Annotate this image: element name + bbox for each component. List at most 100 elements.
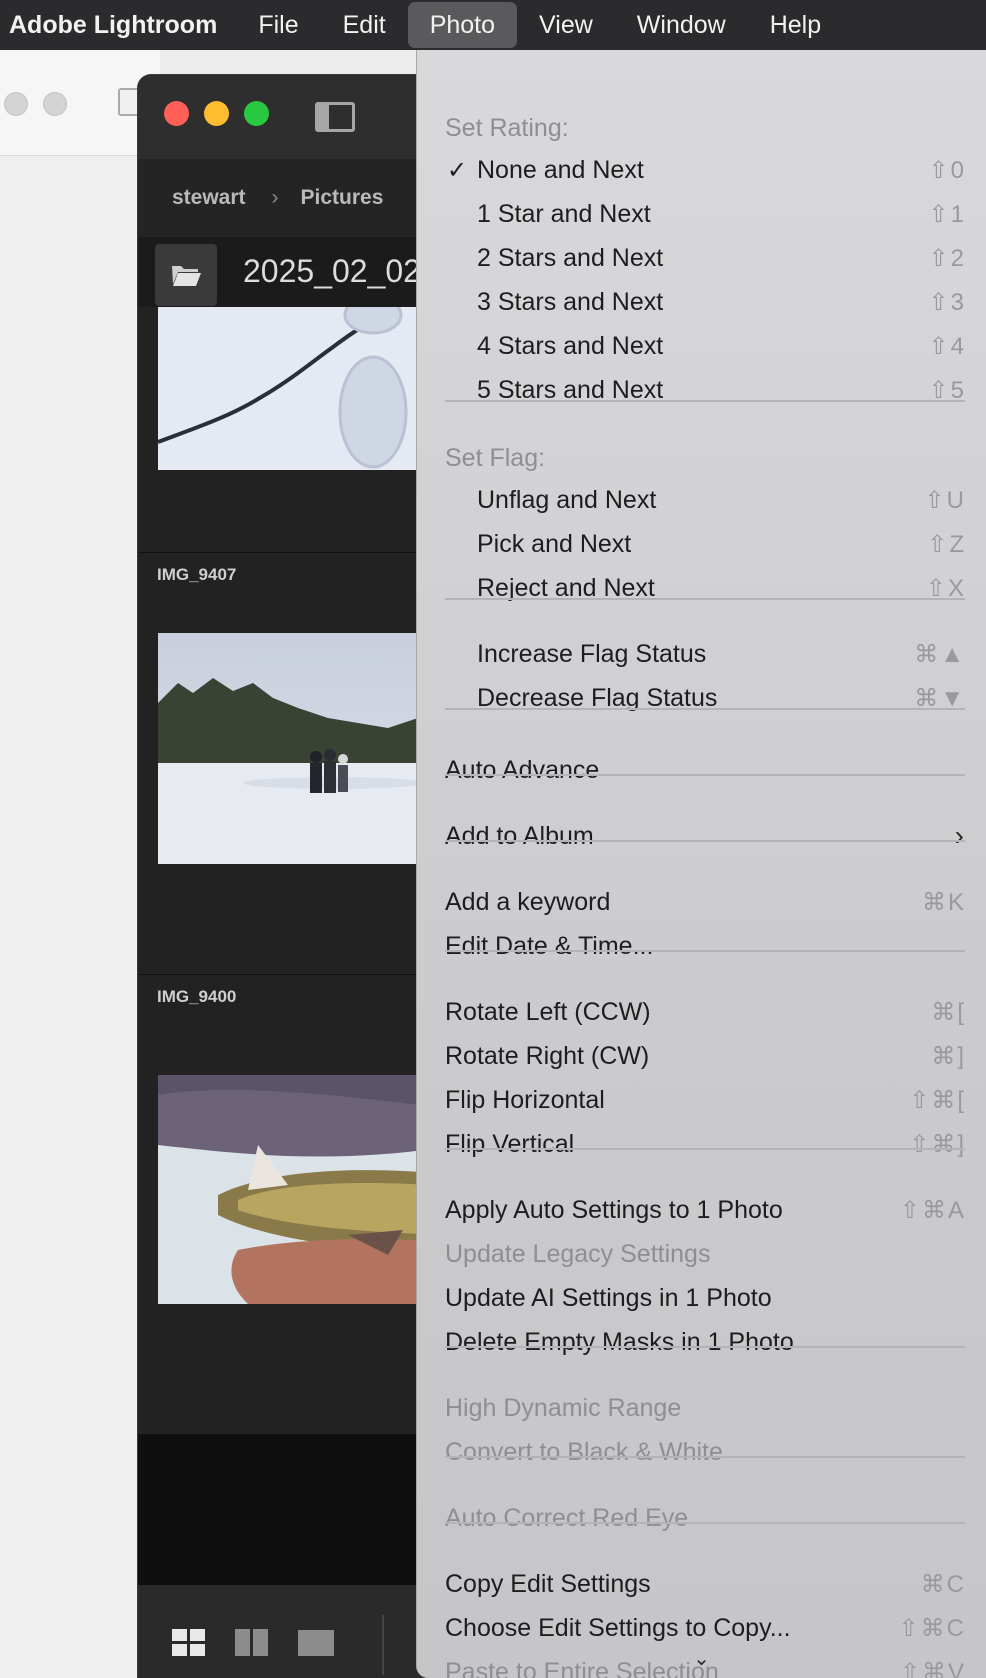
breadcrumb-item[interactable]: Pictures <box>301 186 384 210</box>
menu-item-label: Delete Empty Masks in 1 Photo <box>445 1327 794 1356</box>
menu-separator <box>445 1346 965 1348</box>
menu-item-increase-flag[interactable]: Increase Flag Status ⌘▲ <box>417 632 986 676</box>
menu-item-decrease-flag[interactable]: Decrease Flag Status ⌘▼ <box>417 676 986 720</box>
grid-empty-area <box>138 1435 437 1585</box>
menu-item-2-stars[interactable]: 2 Stars and Next ⇧2 <box>417 236 986 280</box>
menu-item-update-ai-settings[interactable]: Update AI Settings in 1 Photo <box>417 1276 986 1320</box>
menu-separator <box>445 774 965 776</box>
menu-item-rotate-right[interactable]: Rotate Right (CW) ⌘] <box>417 1034 986 1078</box>
menu-item-add-keyword[interactable]: Add a keyword ⌘K <box>417 880 986 924</box>
lightroom-titlebar <box>138 75 437 159</box>
app-name-menu[interactable]: Adobe Lightroom <box>0 11 236 40</box>
minimize-button[interactable] <box>204 101 229 126</box>
menu-separator <box>445 1456 965 1458</box>
compare-view-icon[interactable] <box>235 1629 269 1657</box>
menu-shortcut: ⌘K <box>921 888 966 916</box>
menu-shortcut: ⌘] <box>931 1042 966 1070</box>
menu-item-label: Pick and Next <box>477 529 632 558</box>
menu-item-label: Unflag and Next <box>477 485 657 514</box>
menu-item-high-dynamic-range: High Dynamic Range <box>417 1386 986 1430</box>
photo-label: IMG_9407 <box>157 565 237 584</box>
photo-cell[interactable]: IMG_9400 <box>138 975 437 1435</box>
background-titlebar <box>0 50 160 156</box>
breadcrumb-item[interactable]: stewart <box>172 186 246 210</box>
menu-photo[interactable]: Photo <box>407 2 518 48</box>
menu-header-label: Set Rating: <box>445 113 569 142</box>
menu-item-delete-empty-masks[interactable]: Delete Empty Masks in 1 Photo <box>417 1320 986 1364</box>
menu-shortcut: ⇧⌘] <box>909 1130 966 1158</box>
zoom-button[interactable] <box>244 101 269 126</box>
lightroom-window: stewart › Pictures 2025_02_02 IMG_9407 I… <box>137 74 437 1678</box>
photo-cell[interactable] <box>138 307 437 553</box>
photo-menu-dropdown: Set Rating: ✓ None and Next ⇧0 1 Star an… <box>416 50 986 1678</box>
menu-shortcut: ⇧⌘A <box>899 1196 966 1224</box>
menu-item-flip-vertical[interactable]: Flip Vertical ⇧⌘] <box>417 1122 986 1166</box>
menu-shortcut: ⇧2 <box>928 244 966 272</box>
menu-item-label: Update Legacy Settings <box>445 1239 711 1268</box>
menu-window[interactable]: Window <box>615 2 748 48</box>
menu-shortcut: ⇧4 <box>928 332 966 360</box>
menu-shortcut: ⇧U <box>924 486 966 514</box>
photo-label: IMG_9400 <box>157 987 237 1006</box>
menu-item-label: Increase Flag Status <box>477 639 707 668</box>
menu-shortcut: ⇧0 <box>928 156 966 184</box>
menu-item-edit-date-time[interactable]: Edit Date & Time... <box>417 924 986 968</box>
close-button[interactable] <box>164 101 189 126</box>
menu-item-flip-horizontal[interactable]: Flip Horizontal ⇧⌘[ <box>417 1078 986 1122</box>
menu-item-reject[interactable]: Reject and Next ⇧X <box>417 566 986 610</box>
menu-item-label: Flip Vertical <box>445 1129 575 1158</box>
menu-separator <box>445 598 965 600</box>
menu-item-5-stars[interactable]: 5 Stars and Next ⇧5 <box>417 368 986 412</box>
sidebar-toggle-icon[interactable] <box>315 102 355 132</box>
folder-title: 2025_02_02 <box>243 253 421 289</box>
menu-item-label: Rotate Right (CW) <box>445 1041 650 1070</box>
menu-header-label: Set Flag: <box>445 443 546 472</box>
menu-help[interactable]: Help <box>748 2 843 48</box>
bg-close-button[interactable] <box>4 92 28 116</box>
menu-item-label: 4 Stars and Next <box>477 331 664 360</box>
menu-item-label: Edit Date & Time... <box>445 931 654 960</box>
photo-cell[interactable]: IMG_9407 <box>138 553 437 975</box>
menu-item-label: Convert to Black & White <box>445 1437 723 1466</box>
menu-separator <box>445 400 965 402</box>
menu-shortcut: ⇧⌘C <box>898 1614 966 1642</box>
photo-thumbnail[interactable] <box>158 633 437 864</box>
menu-item-label: Add a keyword <box>445 887 611 916</box>
menu-item-auto-advance[interactable]: Auto Advance <box>417 748 986 792</box>
menu-item-none-and-next[interactable]: ✓ None and Next ⇧0 <box>417 148 986 192</box>
menu-item-copy-edit-settings[interactable]: Copy Edit Settings ⌘C <box>417 1562 986 1606</box>
breadcrumb: stewart › Pictures <box>138 159 437 237</box>
submenu-chevron-icon: › <box>954 820 964 851</box>
menu-edit[interactable]: Edit <box>321 2 408 48</box>
menu-item-3-stars[interactable]: 3 Stars and Next ⇧3 <box>417 280 986 324</box>
toolbar-divider <box>382 1615 384 1675</box>
menu-item-add-to-album[interactable]: Add to Album › <box>417 814 986 858</box>
menu-shortcut: ⇧⌘[ <box>909 1086 966 1114</box>
menu-item-apply-auto-settings[interactable]: Apply Auto Settings to 1 Photo ⇧⌘A <box>417 1188 986 1232</box>
menu-item-label: Rotate Left (CCW) <box>445 997 651 1026</box>
menu-separator <box>445 950 965 952</box>
menu-item-label: Choose Edit Settings to Copy... <box>445 1613 791 1642</box>
menu-item-label: 1 Star and Next <box>477 199 651 228</box>
menu-item-unflag[interactable]: Unflag and Next ⇧U <box>417 478 986 522</box>
menu-item-choose-edit-settings[interactable]: Choose Edit Settings to Copy... ⇧⌘C <box>417 1606 986 1650</box>
photo-thumbnail[interactable] <box>158 307 437 470</box>
menu-item-rotate-left[interactable]: Rotate Left (CCW) ⌘[ <box>417 990 986 1034</box>
menu-file[interactable]: File <box>236 2 320 48</box>
menu-item-pick[interactable]: Pick and Next ⇧Z <box>417 522 986 566</box>
detail-view-icon[interactable] <box>298 1629 334 1657</box>
scroll-down-chevron-icon[interactable]: ⌄ <box>417 1646 986 1671</box>
grid-view-icon[interactable] <box>172 1629 206 1657</box>
folder-icon <box>172 266 201 286</box>
menu-item-red-eye: Auto Correct Red Eye <box>417 1496 986 1540</box>
menu-item-1-star[interactable]: 1 Star and Next ⇧1 <box>417 192 986 236</box>
photo-thumbnail[interactable] <box>158 1075 437 1304</box>
menu-separator <box>445 708 965 710</box>
menu-shortcut: ⇧Z <box>927 530 966 558</box>
menu-item-4-stars[interactable]: 4 Stars and Next ⇧4 <box>417 324 986 368</box>
bg-minimize-button[interactable] <box>43 92 67 116</box>
menu-item-label: Copy Edit Settings <box>445 1569 651 1598</box>
menu-view[interactable]: View <box>517 2 615 48</box>
folder-button[interactable] <box>155 244 217 306</box>
menubar: Adobe Lightroom File Edit Photo View Win… <box>0 0 986 50</box>
